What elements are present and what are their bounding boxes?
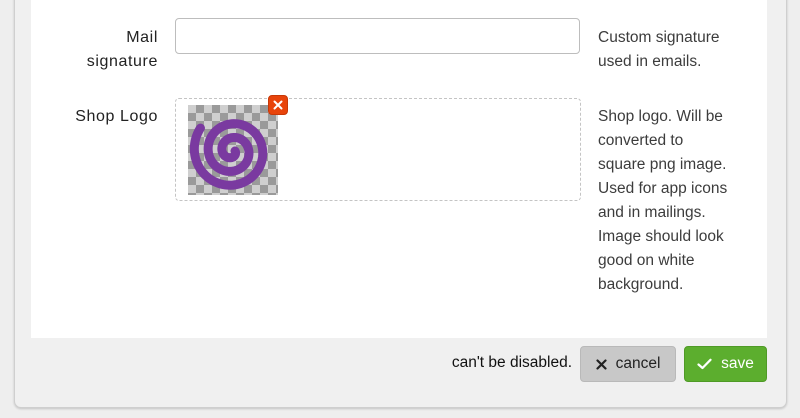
shop-logo-label: Shop Logo — [75, 108, 158, 125]
help-line: and in mailings. — [598, 204, 706, 221]
mail-signature-input[interactable] — [175, 18, 580, 54]
mail-signature-label: Mail signature — [86, 29, 158, 70]
save-button[interactable]: save — [684, 346, 767, 382]
help-line: converted to — [598, 132, 684, 149]
save-label: save — [721, 355, 754, 372]
shop-logo-help: Shop logo. Will be converted to square p… — [598, 105, 727, 297]
mail-signature-help: Custom signature used in emails. — [598, 29, 720, 70]
check-icon — [697, 358, 712, 370]
cancel-button[interactable]: cancel — [580, 346, 676, 382]
footer-message: can't be disabled. — [451, 354, 572, 371]
close-icon — [273, 100, 283, 110]
close-icon — [595, 358, 607, 370]
help-line: good on white — [598, 252, 695, 269]
shop-logo-image — [188, 105, 278, 195]
remove-logo-button[interactable] — [268, 95, 288, 115]
cancel-label: cancel — [615, 355, 661, 372]
help-line: background. — [598, 276, 684, 293]
help-line: Image should look — [598, 228, 724, 245]
help-line: square png image. — [598, 156, 727, 173]
help-line: Shop logo. Will be — [598, 108, 723, 125]
help-line: Used for app icons — [598, 180, 728, 197]
